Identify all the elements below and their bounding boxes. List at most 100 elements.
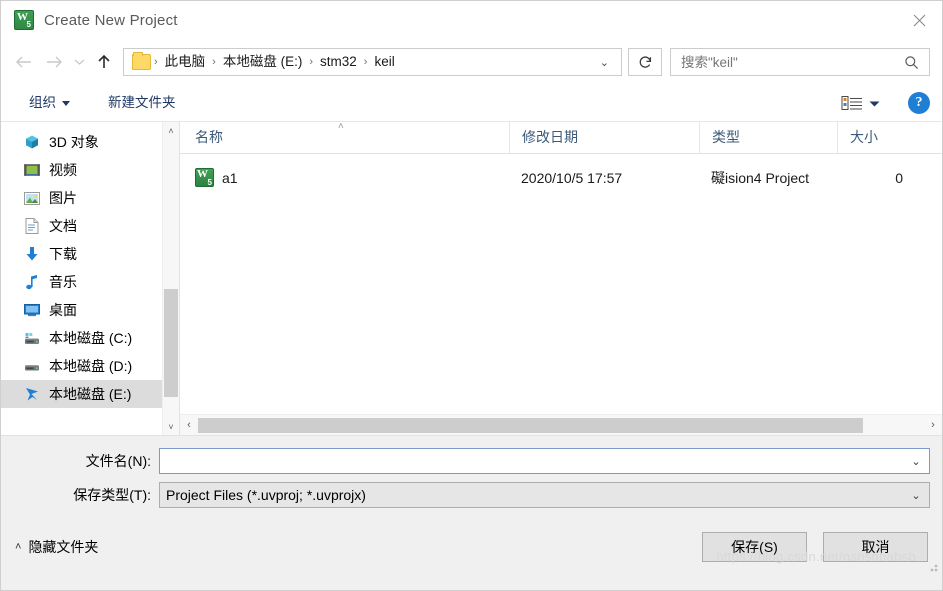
column-header-row: 名称 ˄ 修改日期 类型 大小 [180,122,942,154]
sidebar-item-label: 图片 [49,190,77,206]
sidebar-item-label: 桌面 [49,302,77,318]
create-new-project-dialog: Create New Project [0,0,943,591]
scrollbar-thumb[interactable] [198,417,863,433]
scroll-down-icon[interactable]: ˅ [163,418,179,435]
table-row[interactable]: a1 2020/10/5 17:57 礙ision4 Project 0 [180,162,942,193]
command-bar: 组织 新建文件夹 ? [1,85,942,122]
sidebar-item-label: 本地磁盘 (D:) [49,358,133,374]
videos-icon [23,161,41,179]
view-mode-chevron-down-icon[interactable] [869,96,880,111]
sidebar-item-music[interactable]: 音乐 [1,268,179,296]
sidebar-item-videos[interactable]: 视频 [1,156,179,184]
hide-folders-toggle[interactable]: ˄ 隐藏文件夹 [15,537,98,557]
column-header-label: 名称 [195,129,223,145]
scrollbar-track[interactable] [198,417,924,433]
organize-button[interactable]: 组织 [19,90,80,116]
3d-objects-icon [23,133,41,151]
filetype-chevron-down-icon[interactable]: ⌄ [903,489,929,502]
scroll-right-icon[interactable]: › [924,419,942,431]
up-button[interactable] [89,47,119,77]
new-folder-button[interactable]: 新建文件夹 [98,90,186,116]
file-name-label: a1 [222,169,238,186]
recent-locations-chevron-down-icon[interactable] [69,47,89,77]
close-icon[interactable] [896,1,942,39]
desktop-icon [23,301,41,319]
save-button[interactable]: 保存(S) [702,531,807,562]
scroll-left-icon[interactable]: ‹ [180,419,198,431]
uvision-icon [14,10,34,30]
sidebar-item-label: 3D 对象 [49,134,99,150]
column-header-name[interactable]: 名称 ˄ [180,122,509,153]
command-bar-right: ? [841,92,930,114]
sidebar-item-pictures[interactable]: 图片 [1,184,179,212]
filename-field[interactable]: ⌄ [159,448,930,474]
chevron-down-icon [62,100,70,106]
sidebar-item-documents[interactable]: 文档 [1,212,179,240]
footer-buttons: 保存(S) 取消 [702,531,928,562]
column-header-size[interactable]: 大小 [837,122,917,153]
refresh-button[interactable] [628,48,662,76]
column-header-type[interactable]: 类型 [699,122,837,153]
sidebar-item-drive-c[interactable]: 本地磁盘 (C:) [1,324,179,352]
search-input[interactable] [671,54,904,70]
file-type-cell: 礙ision4 Project [711,169,810,186]
filetype-value: Project Files (*.uvproj; *.uvprojx) [166,487,366,503]
file-size-cell: 0 [895,169,903,186]
drive-shortcut-icon [23,385,41,403]
window-title: Create New Project [44,11,178,29]
sidebar-item-drive-d[interactable]: 本地磁盘 (D:) [1,352,179,380]
breadcrumb-item-keil[interactable]: keil [368,49,400,75]
file-list-horizontal-scrollbar[interactable]: ‹ › [180,414,942,435]
dialog-footer: ˄ 隐藏文件夹 保存(S) 取消 https://blog.csdn.net/n… [1,517,942,576]
new-folder-label: 新建文件夹 [108,95,176,110]
view-mode-icon[interactable] [841,94,863,112]
address-chevron-down-icon[interactable]: ⌄ [592,56,621,69]
column-header-date[interactable]: 修改日期 [509,122,699,153]
system-drive-icon [23,329,41,347]
back-button[interactable] [9,47,39,77]
folder-icon [132,52,151,70]
sidebar-item-drive-e[interactable]: 本地磁盘 (E:) [1,380,179,408]
dialog-body: 3D 对象 视频 图片 文档 下载 音乐 桌面 本地磁盘 (C:) 本地磁盘 (… [1,122,942,435]
search-box[interactable] [670,48,930,76]
scrollbar-thumb[interactable] [164,289,178,397]
filename-chevron-down-icon[interactable]: ⌄ [903,455,929,468]
filetype-label: 保存类型(T): [73,487,151,503]
sort-ascending-icon: ˄ [338,122,344,132]
sidebar-item-downloads[interactable]: 下载 [1,240,179,268]
filetype-select[interactable]: Project Files (*.uvproj; *.uvprojx) ⌄ [159,482,930,508]
documents-icon [23,217,41,235]
address-bar[interactable]: › 此电脑 › 本地磁盘 (E:) › stm32 › keil ⌄ [123,48,622,76]
sidebar-item-label: 本地磁盘 (C:) [49,330,133,346]
resize-grip[interactable] [928,562,938,572]
title-bar: Create New Project [1,1,942,39]
downloads-icon [23,245,41,263]
hide-folders-label: 隐藏文件夹 [28,538,99,555]
forward-button[interactable] [39,47,69,77]
filetype-row: 保存类型(T): Project Files (*.uvproj; *.uvpr… [1,482,930,508]
breadcrumb-item-stm32[interactable]: stm32 [314,49,363,75]
save-form: 文件名(N): ⌄ 保存类型(T): Project Files (*.uvpr… [1,435,942,517]
file-name-cell[interactable]: a1 [180,168,509,187]
scroll-up-icon[interactable]: ˄ [163,122,179,139]
drive-icon [23,357,41,375]
sidebar-item-3d-objects[interactable]: 3D 对象 [1,128,179,156]
filename-input[interactable] [160,449,903,473]
filename-label: 文件名(N): [85,453,151,469]
help-button[interactable]: ? [908,92,930,114]
filename-row: 文件名(N): ⌄ [1,448,930,474]
breadcrumb-item-this-pc[interactable]: 此电脑 [159,49,212,75]
breadcrumb-item-drive-e[interactable]: 本地磁盘 (E:) [217,49,309,75]
sidebar-item-desktop[interactable]: 桌面 [1,296,179,324]
sidebar-item-label: 下载 [49,246,77,262]
file-list-pane: 名称 ˄ 修改日期 类型 大小 a1 2020/10/5 17:57 礙isio… [180,122,942,435]
music-icon [23,273,41,291]
cancel-button[interactable]: 取消 [823,531,928,562]
sidebar-item-label: 本地磁盘 (E:) [49,386,132,402]
chevron-up-icon: ˄ [15,540,22,553]
organize-label: 组织 [29,95,56,110]
search-icon[interactable] [904,55,929,70]
file-date-cell: 2020/10/5 17:57 [521,169,623,186]
sidebar-vertical-scrollbar[interactable]: ˄ ˅ [162,122,179,435]
sidebar-item-label: 文档 [49,218,77,234]
